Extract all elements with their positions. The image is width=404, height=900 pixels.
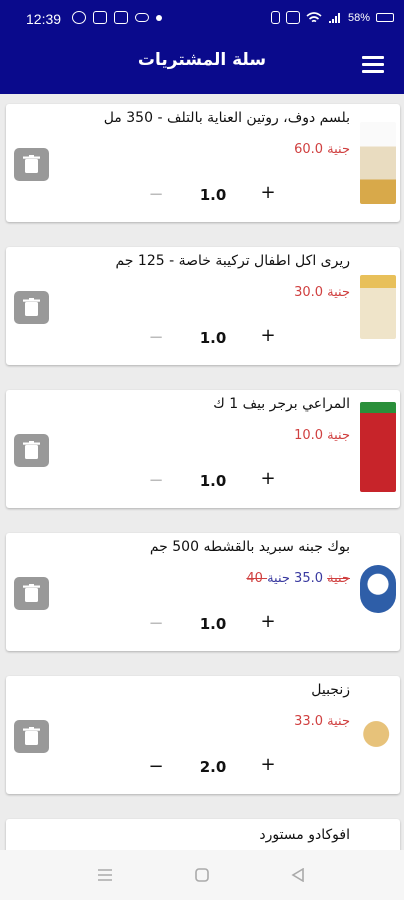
product-name: بلسم دوف، روتين العناية بالتلف - 350 مل [103, 110, 350, 126]
product-name: بوك جبنه سبريد بالقشطه 500 جم [149, 539, 350, 555]
product-image [360, 122, 396, 204]
system-icons: 58% [270, 11, 394, 24]
product-image [360, 402, 396, 492]
product-price: 60.0 جنية [294, 142, 350, 157]
youtube-icon [93, 11, 107, 24]
page-title: سلة المشتريات [137, 50, 267, 70]
product-name: افوكادو مستورد [259, 827, 350, 843]
battery-icon [376, 13, 394, 22]
back-icon[interactable] [291, 868, 305, 882]
quantity-stepper: − 1.0 + [146, 182, 286, 208]
vibrate-icon [270, 11, 280, 24]
home-icon[interactable] [195, 868, 209, 882]
data-icon [285, 11, 300, 24]
price-row: 30.0 جنية [50, 285, 350, 300]
product-price: 33.0 جنية [294, 714, 350, 729]
cloud-icon [135, 13, 149, 22]
gallery-icon [114, 11, 128, 24]
quantity-value: 2.0 [199, 758, 227, 776]
cart-item: بلسم دوف، روتين العناية بالتلف - 350 مل … [6, 104, 400, 222]
product-image [360, 275, 396, 339]
notification-icons [72, 11, 162, 24]
product-price: 35.0 جنية [267, 571, 323, 586]
whatsapp-icon [72, 11, 86, 24]
product-image [360, 714, 396, 754]
delete-button[interactable] [14, 148, 49, 181]
increase-button[interactable]: + [258, 754, 278, 775]
decrease-button[interactable]: − [146, 184, 166, 205]
delete-button[interactable] [14, 434, 49, 467]
increase-button[interactable]: + [258, 325, 278, 346]
quantity-stepper: − 1.0 + [146, 611, 286, 637]
cart-item: ريرى اكل اطفال تركيبة خاصة - 125 جم 30.0… [6, 247, 400, 365]
trash-icon [23, 298, 40, 316]
quantity-stepper: − 1.0 + [146, 325, 286, 351]
product-name: زنجبيل [311, 682, 350, 698]
quantity-value: 1.0 [199, 615, 227, 633]
cart-item: زنجبيل 33.0 جنية − 2.0 + [6, 676, 400, 794]
decrease-button[interactable]: − [146, 756, 166, 777]
trash-icon [23, 727, 40, 745]
system-nav-bar [0, 850, 404, 900]
signal-icon [328, 12, 340, 23]
wifi-icon [306, 11, 322, 22]
increase-button[interactable]: + [258, 182, 278, 203]
product-image [360, 565, 396, 613]
app-bar: سلة المشتريات [0, 36, 404, 94]
cart-item: بوك جبنه سبريد بالقشطه 500 جم 40 جنية 35… [6, 533, 400, 651]
trash-icon [23, 584, 40, 602]
delete-button[interactable] [14, 720, 49, 753]
price-row: 33.0 جنية [50, 714, 350, 729]
increase-button[interactable]: + [258, 468, 278, 489]
cart-list[interactable]: بلسم دوف، روتين العناية بالتلف - 350 مل … [0, 94, 404, 850]
trash-icon [23, 441, 40, 459]
trash-icon [23, 155, 40, 173]
status-bar: 12:39 58% [0, 0, 404, 36]
decrease-button[interactable]: − [146, 327, 166, 348]
decrease-button[interactable]: − [146, 613, 166, 634]
quantity-stepper: − 2.0 + [146, 754, 286, 780]
battery-percent: 58% [347, 11, 370, 24]
quantity-value: 1.0 [199, 329, 227, 347]
delete-button[interactable] [14, 291, 49, 324]
cart-item: المراعي برجر بيف 1 ك 10.0 جنية − 1.0 + [6, 390, 400, 508]
price-row: 10.0 جنية [50, 428, 350, 443]
price-row: 60.0 جنية [50, 142, 350, 157]
recents-icon[interactable] [97, 868, 113, 882]
quantity-value: 1.0 [199, 186, 227, 204]
quantity-value: 1.0 [199, 472, 227, 490]
price-row: 40 جنية 35.0 جنية [50, 571, 350, 586]
increase-button[interactable]: + [258, 611, 278, 632]
product-price: 30.0 جنية [294, 285, 350, 300]
product-name: ريرى اكل اطفال تركيبة خاصة - 125 جم [115, 253, 350, 269]
quantity-stepper: − 1.0 + [146, 468, 286, 494]
product-name: المراعي برجر بيف 1 ك [213, 396, 350, 412]
status-time: 12:39 [26, 11, 62, 27]
cart-item: افوكادو مستورد [6, 819, 400, 850]
dot-icon [156, 15, 162, 21]
hamburger-menu-icon[interactable] [362, 56, 384, 73]
product-price: 10.0 جنية [294, 428, 350, 443]
decrease-button[interactable]: − [146, 470, 166, 491]
delete-button[interactable] [14, 577, 49, 610]
